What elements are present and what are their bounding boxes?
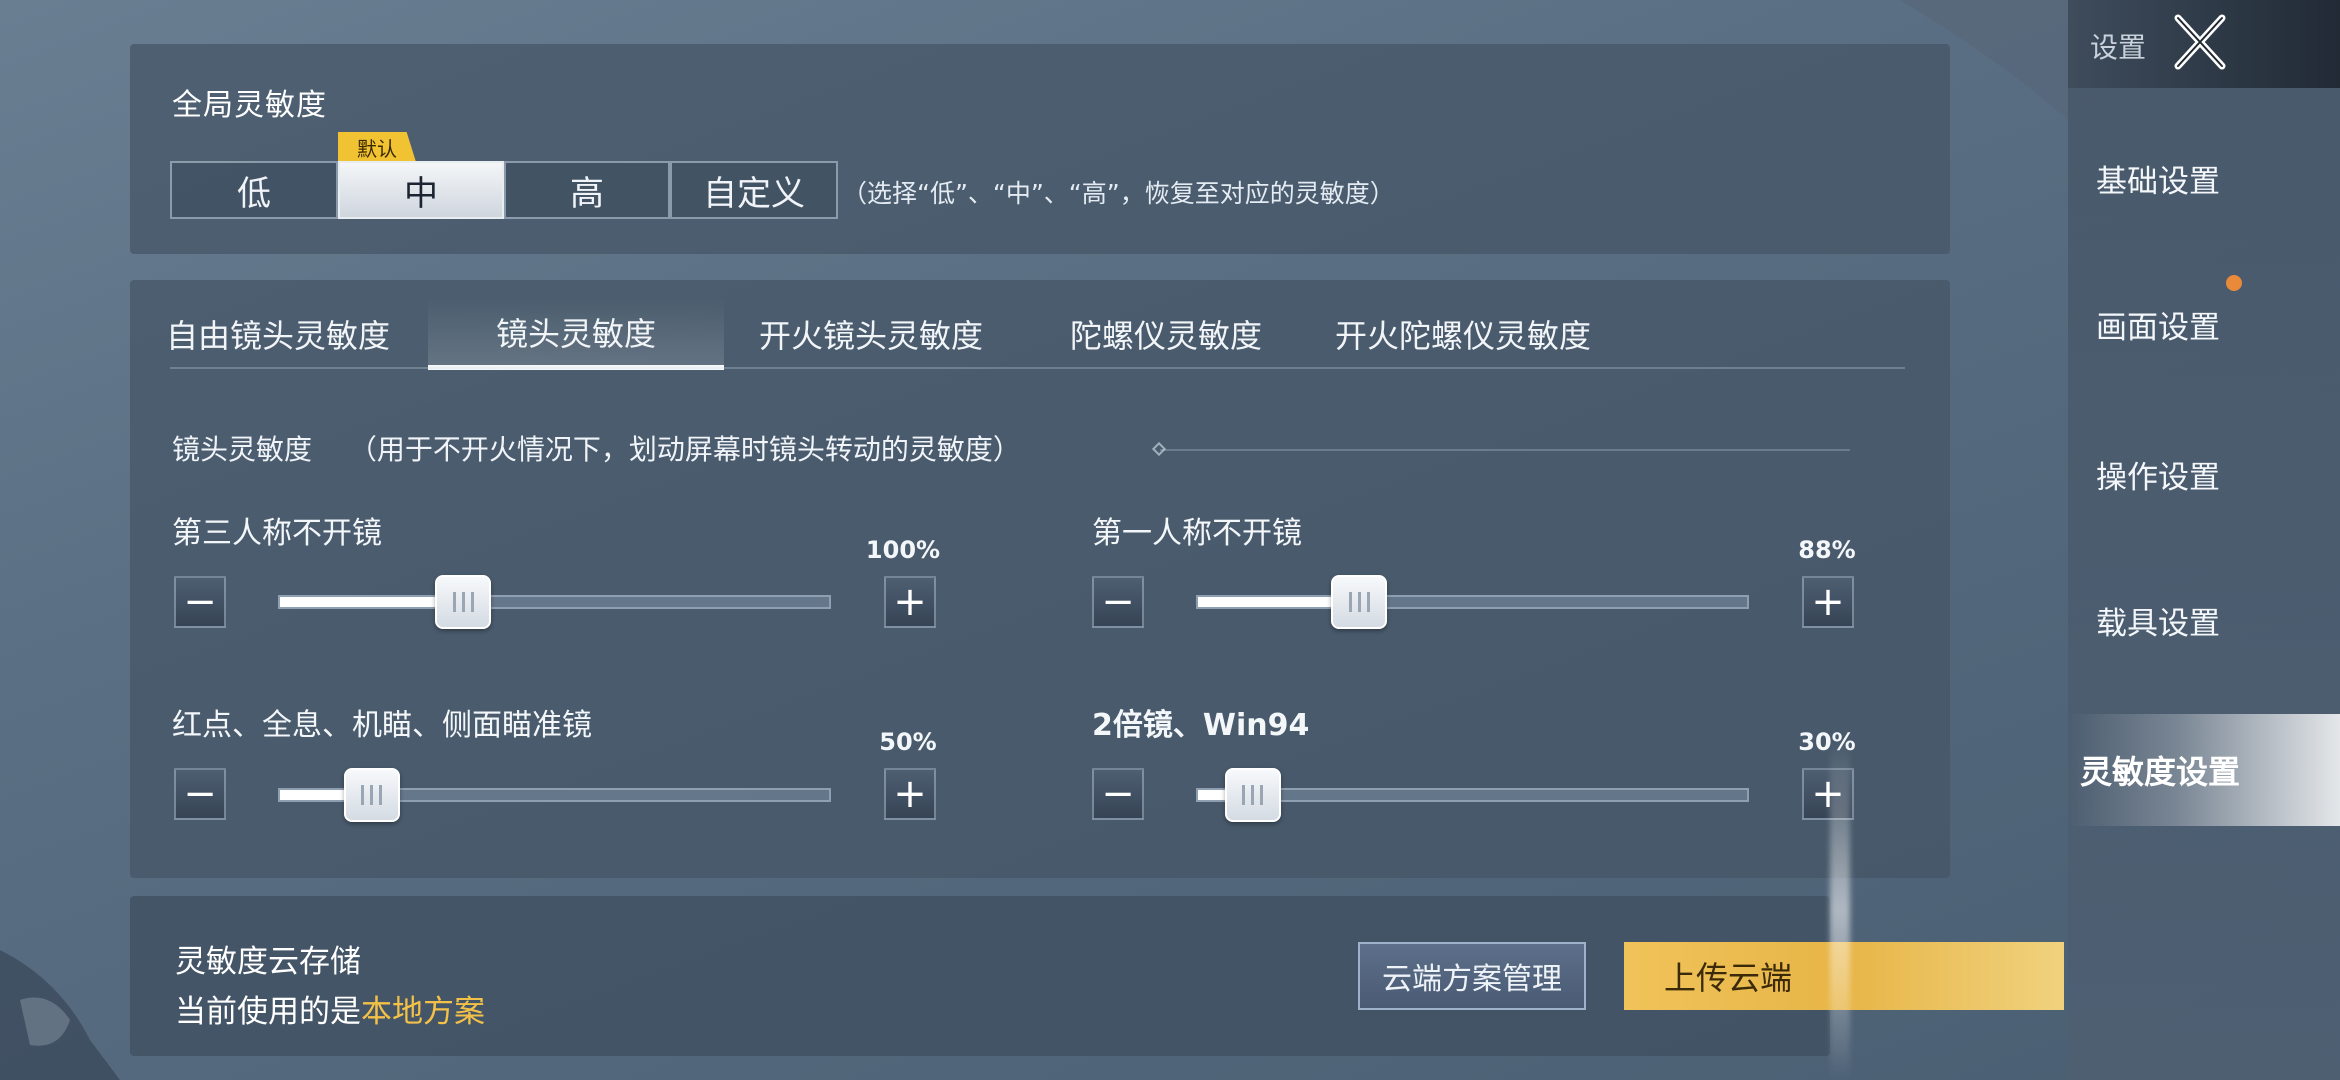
camera-section-title: 镜头灵敏度: [172, 433, 313, 466]
global-option-medium[interactable]: 中: [338, 161, 504, 219]
global-option-low-label: 低: [237, 173, 271, 214]
tab-camera-label: 镜头灵敏度: [495, 314, 656, 353]
slider-2x-label: 2倍镜、Win94: [1092, 708, 1310, 743]
notification-dot: [2226, 275, 2242, 291]
slider-fpp-thumb[interactable]: [1331, 575, 1388, 629]
tab-free-camera-label: 自由镜头灵敏度: [165, 317, 390, 355]
tab-fire-camera-label: 开火镜头灵敏度: [758, 317, 983, 355]
slider-fpp-minus-button[interactable]: −: [1092, 576, 1144, 628]
tab-fire-camera[interactable]: 开火镜头灵敏度: [738, 298, 1004, 370]
plus-icon: +: [893, 579, 927, 625]
description-divider: [1160, 449, 1850, 451]
slider-reddot-value: 50%: [879, 728, 937, 756]
tab-divider: [170, 367, 1905, 369]
slider-fpp-label: 第一人称不开镜: [1092, 516, 1302, 551]
minus-icon: −: [183, 771, 217, 817]
sidebar-item-label: 画面设置: [2096, 309, 2220, 346]
global-option-high-label: 高: [570, 173, 604, 214]
sidebar-item-label: 操作设置: [2096, 459, 2220, 496]
global-option-custom-label: 自定义: [703, 173, 805, 214]
slider-2x-track[interactable]: [1196, 768, 1749, 822]
tab-camera[interactable]: 镜头灵敏度: [428, 298, 724, 370]
minus-icon: −: [183, 579, 217, 625]
slider-2x-thumb[interactable]: [1224, 768, 1281, 822]
global-option-medium-label: 中: [404, 173, 438, 214]
slider-tpp-minus-button[interactable]: −: [174, 576, 226, 628]
slider-reddot-thumb[interactable]: [343, 768, 400, 822]
global-option-custom[interactable]: 自定义: [670, 161, 838, 219]
slider-reddot-minus-button[interactable]: −: [174, 768, 226, 820]
global-hint: （选择“低”、“中”、“高”，恢复至对应的灵敏度）: [842, 179, 1395, 208]
slider-tpp-label: 第三人称不开镜: [172, 516, 382, 551]
slider-2x-value: 30%: [1798, 728, 1856, 756]
sidebar-item-controls[interactable]: 操作设置: [2068, 414, 2340, 534]
slider-reddot-label: 红点、全息、机瞄、侧面瞄准镜: [172, 708, 592, 743]
slider-reddot-track[interactable]: [278, 768, 831, 822]
global-sensitivity-title: 全局灵敏度: [172, 88, 327, 123]
cloud-manage-button[interactable]: 云端方案管理: [1358, 942, 1586, 1010]
sidebar-item-label: 基础设置: [2096, 163, 2220, 200]
sidebar-item-label: 载具设置: [2096, 605, 2220, 642]
camera-section-note: （用于不开火情况下，划动屏幕时镜头转动的灵敏度）: [348, 433, 1021, 466]
slider-tpp-value: 100%: [865, 536, 941, 564]
cloud-current-prefix: 当前使用的是: [175, 994, 361, 1030]
tab-fire-gyroscope-label: 开火陀螺仪灵敏度: [1334, 317, 1591, 355]
default-tag: 默认: [338, 132, 416, 162]
slider-fpp-plus-button[interactable]: +: [1802, 576, 1854, 628]
cloud-current-plan: 当前使用的是本地方案: [175, 986, 485, 1031]
plus-icon: +: [893, 771, 927, 817]
slider-fpp-value: 88%: [1798, 536, 1856, 564]
sidebar-item-sensitivity[interactable]: 灵敏度设置: [2068, 714, 2340, 826]
global-option-low[interactable]: 低: [170, 161, 338, 219]
cloud-storage-title: 灵敏度云存储: [175, 944, 361, 980]
tab-free-camera[interactable]: 自由镜头灵敏度: [150, 298, 406, 370]
minus-icon: −: [1101, 771, 1135, 817]
slider-2x-minus-button[interactable]: −: [1092, 768, 1144, 820]
slider-tpp-plus-button[interactable]: +: [884, 576, 936, 628]
tab-gyroscope[interactable]: 陀螺仪灵敏度: [1050, 298, 1282, 370]
sidebar-item-basic[interactable]: 基础设置: [2068, 118, 2340, 238]
camera-description: 镜头灵敏度 （用于不开火情况下，划动屏幕时镜头转动的灵敏度）: [172, 428, 1021, 468]
sidebar-title: 设置: [2090, 31, 2147, 64]
cloud-current-plan-name: 本地方案: [361, 994, 485, 1030]
tab-gyroscope-label: 陀螺仪灵敏度: [1069, 317, 1262, 355]
light-streak: [1830, 740, 1850, 1080]
sidebar-item-vehicle[interactable]: 载具设置: [2068, 560, 2340, 680]
slider-reddot-plus-button[interactable]: +: [884, 768, 936, 820]
close-icon[interactable]: [2170, 8, 2230, 76]
tab-fire-gyroscope[interactable]: 开火陀螺仪灵敏度: [1318, 298, 1608, 370]
plus-icon: +: [1811, 579, 1845, 625]
slider-tpp-thumb[interactable]: [435, 575, 491, 629]
slider-tpp-track[interactable]: [278, 575, 831, 629]
minus-icon: −: [1101, 579, 1135, 625]
sidebar-item-graphics[interactable]: 画面设置: [2068, 264, 2340, 384]
slider-fpp-track[interactable]: [1196, 575, 1749, 629]
sidebar-item-label: 灵敏度设置: [2080, 753, 2241, 791]
global-option-high[interactable]: 高: [504, 161, 670, 219]
